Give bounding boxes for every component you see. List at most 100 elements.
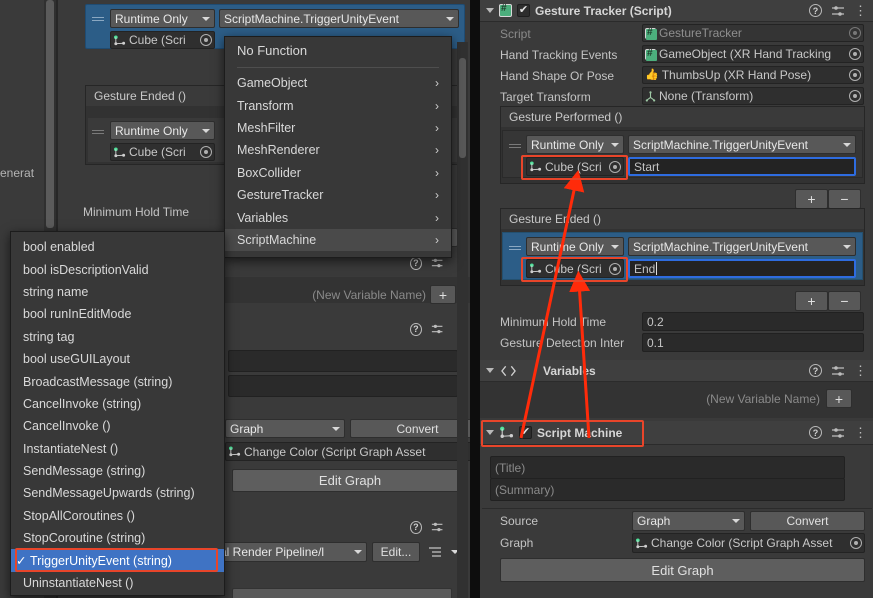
object-picker-icon[interactable] xyxy=(850,537,862,549)
left-bottom-field[interactable] xyxy=(232,588,452,598)
scriptmachine-member-submenu[interactable]: bool enabled bool isDescriptionValid str… xyxy=(10,231,225,596)
left-summary-field[interactable] xyxy=(228,375,458,397)
help-icon[interactable]: ? xyxy=(809,426,822,439)
preset-icon[interactable] xyxy=(831,5,845,17)
object-picker-icon[interactable] xyxy=(609,262,621,275)
hand-shape-or-pose-field[interactable]: 👍 ThumbsUp (XR Hand Pose) xyxy=(642,66,864,84)
gesture-performed-argument-field[interactable]: Start xyxy=(628,157,856,176)
drag-handle-icon[interactable] xyxy=(509,140,521,152)
source-dropdown[interactable]: Graph xyxy=(632,511,745,531)
member-item-13[interactable]: StopCoroutine (string) xyxy=(11,527,224,549)
gesture-performed-object-field[interactable]: Cube (Scri xyxy=(526,157,624,176)
gesture-tracker-enabled-checkbox[interactable]: ✔ xyxy=(517,4,530,17)
list-icon[interactable] xyxy=(428,546,443,558)
script-machine-header-icons[interactable]: ? ⋮ xyxy=(809,426,867,439)
help-icon[interactable]: ? xyxy=(410,520,422,534)
member-item-3[interactable]: bool runInEditMode xyxy=(11,303,224,325)
edit-graph-button[interactable]: Edit Graph xyxy=(500,558,865,582)
target-transform-field[interactable]: None (Transform) xyxy=(642,87,864,105)
member-item-2[interactable]: string name xyxy=(11,281,224,303)
foldout-triangle-icon[interactable] xyxy=(486,430,494,435)
function-dropdown-menu[interactable]: No Function GameObject › Transform › Mes… xyxy=(224,36,452,258)
gesture-ended-function-dropdown[interactable]: ScriptMachine.TriggerUnityEvent xyxy=(628,237,856,256)
member-item-11[interactable]: SendMessageUpwards (string) xyxy=(11,482,224,504)
menu-item-transform[interactable]: Transform › xyxy=(225,94,451,116)
preset-icon[interactable] xyxy=(831,365,845,377)
gesture-ended-add-button[interactable]: + xyxy=(795,291,828,311)
object-picker-icon[interactable] xyxy=(200,146,212,158)
preset-icon[interactable] xyxy=(431,257,443,269)
menu-item-scriptmachine[interactable]: ScriptMachine › xyxy=(225,228,451,252)
left-edit-graph-button[interactable]: Edit Graph xyxy=(232,469,468,492)
drag-handle-icon[interactable] xyxy=(509,242,521,254)
minimum-hold-time-field[interactable]: 0.2 xyxy=(642,312,864,331)
left-panel-scrollbar-thumb[interactable] xyxy=(46,0,54,228)
left-edit-button[interactable]: Edit... xyxy=(372,542,420,562)
member-item-10[interactable]: SendMessage (string) xyxy=(11,460,224,482)
gesture-tracker-header[interactable]: ✔ Gesture Tracker (Script) ? ⋮ xyxy=(480,0,873,22)
more-options-icon[interactable]: ⋮ xyxy=(854,4,867,17)
member-item-6[interactable]: BroadcastMessage (string) xyxy=(11,370,224,392)
member-item-5[interactable]: bool useGUILayout xyxy=(11,348,224,370)
left-function-dropdown[interactable]: ScriptMachine.TriggerUnityEvent xyxy=(219,9,459,28)
menu-item-meshrenderer[interactable]: MeshRenderer › xyxy=(225,139,451,161)
gesture-performed-add-button[interactable]: + xyxy=(795,189,828,209)
member-item-15[interactable]: UninstantiateNest () xyxy=(11,572,224,594)
object-picker-icon[interactable] xyxy=(849,69,861,81)
preset-icon[interactable] xyxy=(831,427,845,439)
gesture-performed-row[interactable]: Runtime Only ScriptMachine.TriggerUnityE… xyxy=(502,130,863,178)
hand-tracking-events-field[interactable]: GameObject (XR Hand Tracking xyxy=(642,45,864,63)
more-options-icon[interactable]: ⋮ xyxy=(854,426,867,439)
script-machine-title-field[interactable]: (Title) xyxy=(490,456,845,479)
left-graph-field[interactable]: Change Color (Script Graph Asset xyxy=(225,442,485,461)
preset-icon[interactable] xyxy=(431,323,443,335)
script-machine-enabled-checkbox[interactable]: ✔ xyxy=(519,426,532,439)
gesture-performed-function-dropdown[interactable]: ScriptMachine.TriggerUnityEvent xyxy=(628,135,856,154)
member-item-7[interactable]: CancelInvoke (string) xyxy=(11,393,224,415)
object-picker-icon[interactable] xyxy=(200,34,212,46)
member-item-8[interactable]: CancelInvoke () xyxy=(11,415,224,437)
member-item-1[interactable]: bool isDescriptionValid xyxy=(11,258,224,280)
gesture-ended-argument-field[interactable]: End xyxy=(628,259,856,278)
object-picker-icon[interactable] xyxy=(849,48,861,60)
help-icon[interactable]: ? xyxy=(410,322,422,336)
menu-item-gesturetracker[interactable]: GestureTracker › xyxy=(225,184,451,206)
member-item-0[interactable]: bool enabled xyxy=(11,236,224,258)
script-machine-header[interactable]: ✔ Script Machine ? ⋮ xyxy=(480,421,873,445)
gesture-ended-object-field[interactable]: Cube (Scri xyxy=(526,259,624,278)
script-machine-summary-field[interactable]: (Summary) xyxy=(490,478,845,501)
member-item-triggerunityevent[interactable]: ✓ TriggerUnityEvent (string) xyxy=(11,549,224,572)
left-render-pipeline-dropdown[interactable]: al Render Pipeline/l xyxy=(215,542,367,562)
more-options-icon[interactable]: ⋮ xyxy=(854,364,867,377)
middle-scrollbar-thumb[interactable] xyxy=(459,58,466,158)
preset-icon[interactable] xyxy=(431,521,443,533)
left-object-field-2[interactable]: Cube (Scri xyxy=(110,143,215,161)
variables-header[interactable]: Variables ? ⋮ xyxy=(480,360,873,382)
foldout-triangle-icon[interactable] xyxy=(486,368,494,373)
help-icon[interactable]: ? xyxy=(410,256,422,270)
variables-add-button[interactable]: + xyxy=(826,389,852,408)
menu-item-gameobject[interactable]: GameObject › xyxy=(225,72,451,94)
drag-handle-icon[interactable] xyxy=(92,126,104,138)
foldout-triangle-icon[interactable] xyxy=(486,8,494,13)
object-picker-icon[interactable] xyxy=(849,90,861,102)
left-runtime-mode-dropdown-2[interactable]: Runtime Only xyxy=(110,121,215,140)
left-title-field[interactable] xyxy=(228,350,458,372)
gesture-performed-remove-button[interactable]: − xyxy=(828,189,861,209)
left-object-field[interactable]: Cube (Scri xyxy=(110,31,215,49)
member-item-12[interactable]: StopAllCoroutines () xyxy=(11,505,224,527)
left-runtime-mode-dropdown[interactable]: Runtime Only xyxy=(110,9,215,28)
variables-header-icons[interactable]: ? ⋮ xyxy=(809,364,867,377)
member-item-4[interactable]: string tag xyxy=(11,326,224,348)
help-icon[interactable]: ? xyxy=(809,364,822,377)
gesture-performed-runtime-dropdown[interactable]: Runtime Only xyxy=(526,135,624,154)
menu-item-meshfilter[interactable]: MeshFilter › xyxy=(225,117,451,139)
help-icon[interactable]: ? xyxy=(809,4,822,17)
convert-button[interactable]: Convert xyxy=(750,511,865,531)
gesture-ended-row[interactable]: Runtime Only ScriptMachine.TriggerUnityE… xyxy=(502,232,863,280)
menu-item-variables[interactable]: Variables › xyxy=(225,206,451,228)
left-add-variable-button[interactable]: + xyxy=(430,285,456,304)
gesture-detection-interval-field[interactable]: 0.1 xyxy=(642,333,864,352)
graph-field[interactable]: Change Color (Script Graph Asset xyxy=(632,533,865,553)
left-source-dropdown[interactable]: Graph xyxy=(225,419,345,438)
